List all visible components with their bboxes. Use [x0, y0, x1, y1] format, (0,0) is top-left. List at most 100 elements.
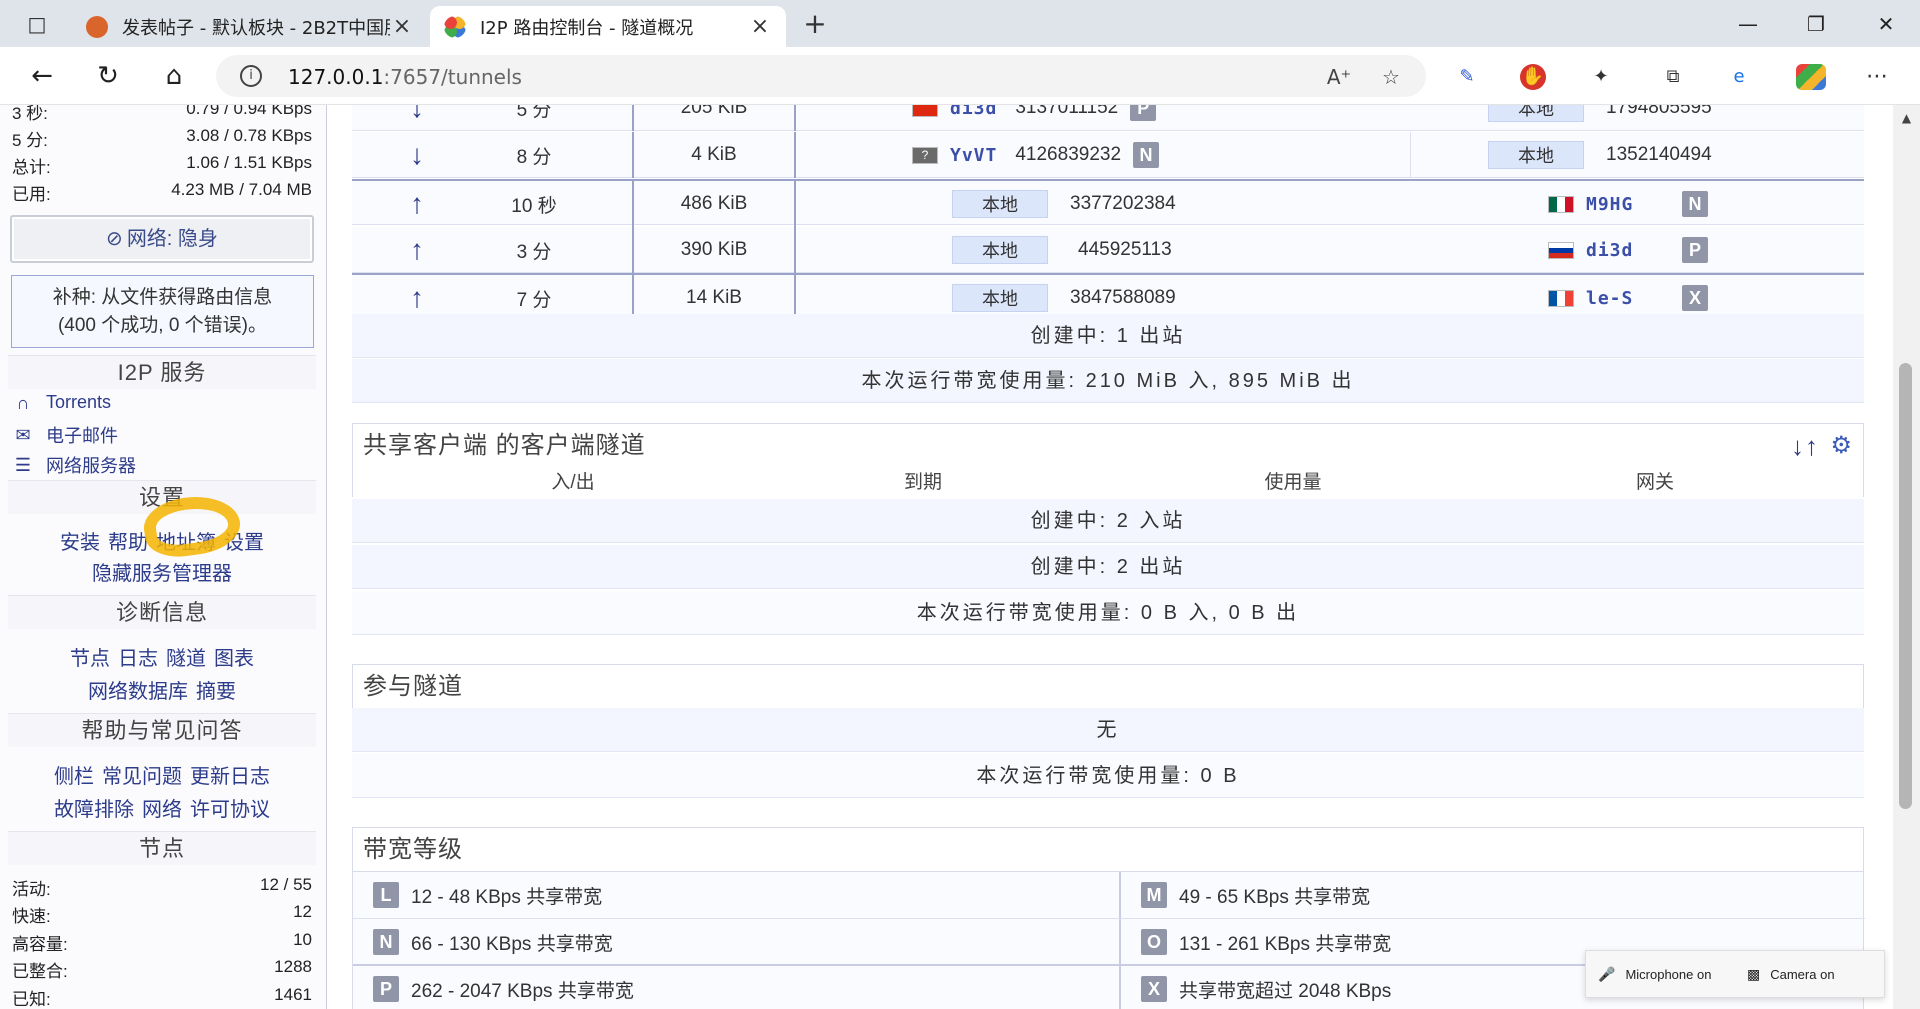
extensions-icon[interactable]: ✦ — [1586, 64, 1616, 90]
gear-icon[interactable]: ⚙ — [1830, 424, 1853, 468]
router-id-link[interactable]: di3d — [950, 105, 997, 119]
link-network[interactable]: 网络 — [142, 799, 182, 821]
column-divider — [794, 181, 796, 227]
peer-label: 已整合: — [12, 962, 68, 981]
table-row: ↑ 3 分 390 KiB 本地 445925113 di3d P — [352, 227, 1864, 273]
new-tab-button[interactable]: + — [800, 10, 830, 40]
scroll-up-icon[interactable]: ▲ — [1893, 111, 1920, 125]
address-bar[interactable]: i 127.0.0.1:7657/tunnels A⁺ ☆ — [216, 55, 1426, 97]
services-heading: I2P 服务 — [8, 355, 316, 389]
tab-title: 发表帖子 - 默认板块 - 2B2T中国服 — [122, 17, 390, 39]
tunnel-id: 445925113 — [1078, 239, 1172, 260]
bw-class-row: N 66 - 130 KBps 共享带宽 — [353, 919, 613, 965]
tab-forum[interactable]: 发表帖子 - 默认板块 - 2B2T中国服 × — [72, 6, 428, 47]
peer-value: 10 — [293, 930, 312, 949]
close-icon[interactable]: × — [390, 14, 414, 39]
service-label: Torrents — [46, 392, 112, 412]
scroll-thumb[interactable] — [1899, 363, 1912, 809]
stat-label: 5 分: — [12, 131, 48, 150]
diagnostics-heading: 诊断信息 — [8, 595, 316, 629]
more-menu-icon[interactable]: ⋯ — [1862, 64, 1892, 90]
outbound-hop-cell: 本地 1794805595 — [1488, 105, 1808, 131]
bw-class-row: L 12 - 48 KBps 共享带宽 — [353, 872, 602, 918]
link-troubleshoot[interactable]: 故障排除 — [54, 799, 134, 821]
add-favorite-icon[interactable]: ☆ — [1378, 65, 1404, 89]
link-sidebar[interactable]: 侧栏 — [54, 766, 94, 788]
window-close-button[interactable]: ✕ — [1866, 8, 1906, 40]
notice-line: (400 个成功, 0 个错误)。 — [57, 315, 268, 336]
back-button[interactable]: ← — [24, 60, 60, 92]
bandwidth-cap-badge: X — [1682, 285, 1708, 311]
link-install[interactable]: 安装 — [60, 532, 100, 554]
tunnel-id: 1794805595 — [1606, 105, 1712, 118]
network-status-button[interactable]: ⊘ 网络: 隐身 — [10, 215, 314, 263]
router-id-link[interactable]: YvVT — [950, 145, 997, 166]
shared-bandwidth-summary: 本次运行带宽使用量: 0 B 入, 0 B 出 — [352, 591, 1864, 635]
outbound-hop-cell: 本地 1352140494 — [1488, 132, 1808, 178]
tab-i2p[interactable]: I2P 路由控制台 - 隧道概况 × — [430, 6, 786, 47]
bw-class-text: 262 - 2047 KBps 共享带宽 — [411, 980, 634, 1002]
link-peers[interactable]: 节点 — [70, 648, 110, 670]
peer-label: 已知: — [12, 990, 51, 1009]
stop-extension-icon[interactable]: ✋ — [1520, 64, 1546, 90]
link-netdb[interactable]: 网络数据库 — [88, 681, 188, 703]
link-changelog[interactable]: 更新日志 — [190, 766, 270, 788]
url-text[interactable]: 127.0.0.1:7657/tunnels — [288, 65, 522, 89]
link-tunnels[interactable]: 隧道 — [166, 648, 206, 670]
link-faq[interactable]: 常见问题 — [102, 766, 182, 788]
usage-cell: 486 KiB — [680, 193, 748, 214]
bandwidth-cap-badge: X — [1141, 976, 1167, 1002]
column-header-direction[interactable]: 入/出 — [533, 467, 613, 494]
local-pill: 本地 — [952, 284, 1048, 312]
table-row: ↓ 5 分 205 KiB di3d 3137011152 P 本地 17948055… — [352, 105, 1864, 131]
camera-status[interactable]: ▩ Camera on — [1735, 966, 1884, 983]
column-header-expiry[interactable]: 到期 — [883, 467, 963, 494]
link-logs[interactable]: 日志 — [118, 648, 158, 670]
link-graphs[interactable]: 图表 — [214, 648, 254, 670]
server-icon: ☰ — [14, 455, 32, 475]
sort-arrows-icon[interactable]: ↓↑ — [1791, 424, 1819, 468]
maximize-button[interactable]: ❐ — [1796, 8, 1836, 40]
router-id-link[interactable]: le-S — [1586, 288, 1682, 309]
tab-actions-icon[interactable]: □ — [16, 10, 58, 38]
link-hidden-services-manager[interactable]: 隐藏服务管理器 — [8, 557, 316, 586]
router-id-link[interactable]: M9HG — [1586, 194, 1682, 215]
collections-icon[interactable]: ⧉ — [1658, 64, 1688, 90]
i2p-favicon-icon — [444, 15, 466, 38]
service-webserver[interactable]: ☰ 网络服务器 — [12, 452, 136, 478]
column-header-gateway[interactable]: 网关 — [1615, 467, 1695, 494]
tab-bar: □ 发表帖子 - 默认板块 - 2B2T中国服 × I2P 路由控制台 - 隧道… — [0, 0, 1920, 47]
notice-line: 补种: 从文件获得路由信息 — [52, 287, 273, 308]
link-help[interactable]: 帮助 — [108, 532, 148, 554]
stat-row: 已用: 4.23 MB / 7.04 MB — [12, 180, 312, 205]
info-icon[interactable]: i — [240, 65, 262, 87]
link-summary[interactable]: 摘要 — [196, 681, 236, 703]
pen-extension-icon[interactable]: ✎ — [1452, 64, 1482, 90]
edge-icon[interactable]: e — [1724, 64, 1754, 90]
minimize-button[interactable]: — — [1728, 8, 1768, 40]
bw-class-text: 49 - 65 KBps 共享带宽 — [1179, 886, 1371, 908]
china-flag-icon — [912, 105, 938, 117]
read-aloud-icon[interactable]: A⁺ — [1326, 65, 1352, 89]
bandwidth-cap-badge: M — [1141, 882, 1167, 908]
service-torrents[interactable]: ∩ Torrents — [12, 392, 112, 413]
tunnel-id: 1352140494 — [1606, 144, 1712, 165]
page-scrollbar[interactable]: ▲ — [1893, 105, 1920, 1009]
bw-class-row: O 131 - 261 KBps 共享带宽 — [1121, 919, 1391, 965]
usage-cell: 205 KiB — [680, 105, 748, 118]
inbound-hop-cell: 本地 3377202384 — [952, 181, 1372, 227]
close-icon[interactable]: × — [748, 14, 772, 39]
column-header-usage[interactable]: 使用量 — [1233, 467, 1353, 494]
service-email[interactable]: ✉ 电子邮件 — [12, 422, 118, 448]
home-button[interactable]: ⌂ — [156, 60, 192, 92]
sidebar: 3 秒: 0.79 / 0.94 KBps 5 分: 3.08 / 0.78 KBp… — [0, 105, 327, 1009]
microphone-status[interactable]: 🎤 Microphone on — [1586, 966, 1735, 983]
participating-title: 参与隧道 — [352, 664, 1864, 708]
tab-title: I2P 路由控制台 - 隧道概况 — [480, 17, 694, 39]
shared-table-header: 入/出 到期 使用量 网关 — [352, 467, 1864, 497]
router-id-link[interactable]: di3d — [1586, 240, 1682, 261]
link-license[interactable]: 许可协议 — [190, 799, 270, 821]
reload-button[interactable]: ↻ — [90, 60, 126, 92]
bw-class-text: 共享带宽超过 2048 KBps — [1179, 980, 1392, 1002]
profile-avatar-icon[interactable] — [1796, 64, 1826, 90]
